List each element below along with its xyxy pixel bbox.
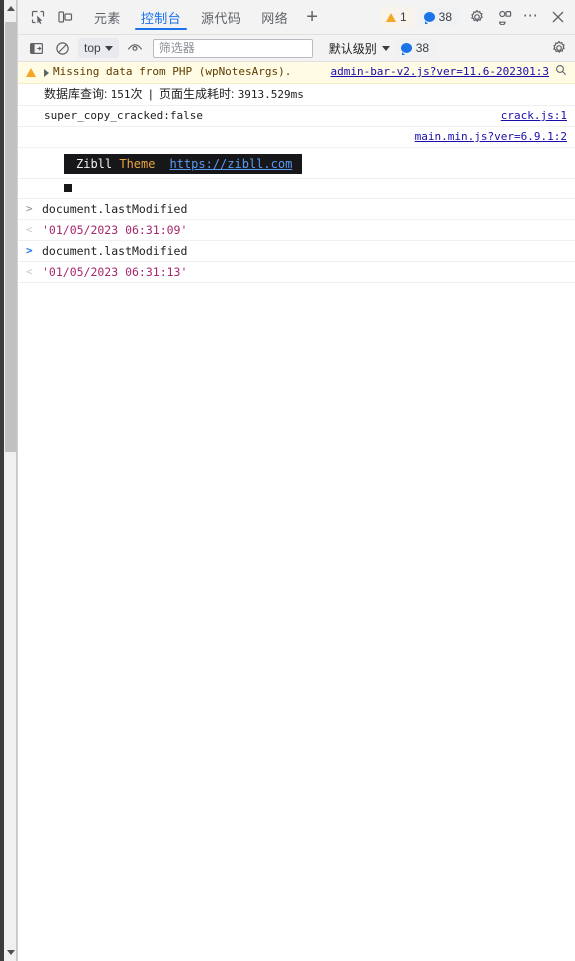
db-query-label: 数据库查询: <box>44 87 111 101</box>
warning-triangle-icon <box>26 68 36 77</box>
tab-console[interactable]: 控制台 <box>131 0 191 35</box>
super-copy-source-link[interactable]: crack.js:1 <box>491 108 567 124</box>
result-prompt-icon: < <box>26 223 33 236</box>
warning-message-text: Missing data from PHP (wpNotesArgs). <box>53 65 292 78</box>
more-options-icon[interactable]: ⋯ <box>519 4 543 31</box>
level-message-count-label: 38 <box>415 41 430 55</box>
console-zibll-banner-row[interactable]: Zibll Theme https://zibll.com <box>18 148 575 179</box>
scrollbar-thumb[interactable] <box>5 22 17 452</box>
clear-console-icon[interactable] <box>50 37 74 59</box>
console-log-row-db-stats[interactable]: 数据库查询: 151 次 | 页面生成耗时: 3913.529ms <box>18 84 575 106</box>
message-body: Missing data from PHP (wpNotesArgs). adm… <box>44 64 567 81</box>
magnifier-icon[interactable] <box>555 64 567 81</box>
command-text: document.lastModified <box>42 244 188 258</box>
plus-icon: + <box>306 6 318 28</box>
devtools-window: 元素 控制台 源代码 网络 + 1 38 ⋯ top 筛选器 默认级别 38 M… <box>0 0 575 961</box>
message-gutter <box>26 108 44 109</box>
chevron-down-icon <box>104 45 113 51</box>
zibll-square-marker <box>64 184 72 192</box>
console-message-list[interactable]: Missing data from PHP (wpNotesArgs). adm… <box>18 62 575 961</box>
db-query-unit: 次 <box>130 87 143 101</box>
page-gen-label: 页面生成耗时: <box>159 87 238 101</box>
more-options-label: ⋯ <box>522 6 540 24</box>
page-gen-value: 3913.529ms <box>237 88 304 101</box>
tab-elements-label: 元素 <box>94 10 121 26</box>
devices-settings-icon[interactable] <box>491 4 518 31</box>
console-result-row[interactable]: < '01/05/2023 06:31:13' <box>18 262 575 283</box>
stats-separator: | <box>142 87 160 101</box>
log-level-label: 默认级别 <box>328 41 377 56</box>
level-message-count-badge[interactable]: 38 <box>395 38 437 58</box>
toolbar-right-actions: ⋯ <box>463 4 571 31</box>
command-prompt-icon: > <box>26 202 33 215</box>
message-bubble-icon <box>400 43 412 55</box>
filter-input[interactable] <box>152 38 313 58</box>
console-command-row[interactable]: > document.lastModified <box>18 241 575 262</box>
console-warning-row[interactable]: Missing data from PHP (wpNotesArgs). adm… <box>18 62 575 84</box>
eye-icon[interactable] <box>123 37 147 59</box>
tab-console-label: 控制台 <box>140 10 182 26</box>
tab-network-label: 网络 <box>261 10 289 26</box>
execution-context-label: top <box>84 41 101 55</box>
console-log-row-super-copy[interactable]: super_copy_cracked:false crack.js:1 <box>18 106 575 127</box>
warning-count-badge[interactable]: 1 <box>380 7 414 27</box>
console-sidebar-icon[interactable] <box>24 37 48 59</box>
console-result-row[interactable]: < '01/05/2023 06:31:09' <box>18 220 575 241</box>
command-text: document.lastModified <box>42 202 188 216</box>
command-prompt-icon: > <box>26 244 33 257</box>
console-zibll-square-row[interactable] <box>18 179 575 199</box>
devtools-panel: 元素 控制台 源代码 网络 + 1 38 ⋯ top 筛选器 默认级别 38 M… <box>17 0 575 961</box>
chevron-down-icon <box>381 45 390 51</box>
message-body: super_copy_cracked:false crack.js:1 <box>44 108 567 124</box>
message-count-label: 38 <box>438 10 452 24</box>
scroll-down-arrow-icon[interactable] <box>4 944 17 961</box>
window-edge <box>0 0 4 961</box>
warning-source-link[interactable]: admin-bar-v2.js?ver=11.6-202301:3 <box>320 64 549 80</box>
message-gutter <box>26 129 44 130</box>
tab-sources-label: 源代码 <box>201 10 242 26</box>
console-empty-area[interactable] <box>18 283 575 961</box>
message-bubble-icon <box>423 12 435 24</box>
db-query-count: 151 <box>110 88 131 101</box>
add-panel-button[interactable]: + <box>298 0 326 35</box>
message-count-badge[interactable]: 38 <box>418 7 459 27</box>
message-gutter <box>26 64 44 77</box>
result-prompt-icon: < <box>26 265 33 278</box>
message-body: 数据库查询: 151 次 | 页面生成耗时: 3913.529ms <box>44 86 567 103</box>
devtools-main-toolbar: 元素 控制台 源代码 网络 + 1 38 ⋯ <box>18 0 575 35</box>
message-gutter <box>26 86 44 87</box>
zibll-banner-left: Zibll Theme <box>64 154 165 174</box>
devtools-tab-strip: 元素 控制台 源代码 网络 + <box>84 0 326 35</box>
log-level-select[interactable]: 默认级别 <box>323 37 394 59</box>
console-filter-toolbar: top 默认级别 38 <box>18 35 575 62</box>
tab-sources[interactable]: 源代码 <box>191 0 251 35</box>
console-log-row-main-min[interactable]: main.min.js?ver=6.9.1:2 <box>18 127 575 148</box>
zibll-theme-label: Theme <box>119 157 156 171</box>
scroll-up-arrow-icon[interactable] <box>4 0 17 17</box>
main-min-source-link[interactable]: main.min.js?ver=6.9.1:2 <box>405 129 567 145</box>
gear-icon[interactable] <box>463 4 490 31</box>
tab-elements[interactable]: 元素 <box>84 0 131 35</box>
zibll-banner: Zibll Theme https://zibll.com <box>64 154 303 174</box>
result-value: '01/05/2023 06:31:09' <box>42 223 188 237</box>
close-icon[interactable] <box>544 4 571 31</box>
result-value: '01/05/2023 06:31:13' <box>42 265 188 279</box>
inspect-element-icon[interactable] <box>24 4 51 31</box>
page-scrollbar[interactable] <box>0 0 17 961</box>
console-settings-gear-icon[interactable] <box>547 37 571 59</box>
device-toolbar-icon[interactable] <box>51 4 78 31</box>
warning-triangle-icon <box>385 12 396 22</box>
super-copy-text: super_copy_cracked:false <box>44 109 203 122</box>
execution-context-select[interactable]: top <box>78 38 119 58</box>
zibll-label: Zibll <box>76 157 113 171</box>
warning-count-label: 1 <box>399 10 407 24</box>
console-command-row[interactable]: > document.lastModified <box>18 199 575 220</box>
expand-triangle-icon[interactable] <box>44 68 49 77</box>
tab-network[interactable]: 网络 <box>251 0 298 35</box>
zibll-url-link[interactable]: https://zibll.com <box>165 154 302 174</box>
issue-badges: 1 38 <box>380 7 459 27</box>
message-body: main.min.js?ver=6.9.1:2 <box>44 129 567 145</box>
